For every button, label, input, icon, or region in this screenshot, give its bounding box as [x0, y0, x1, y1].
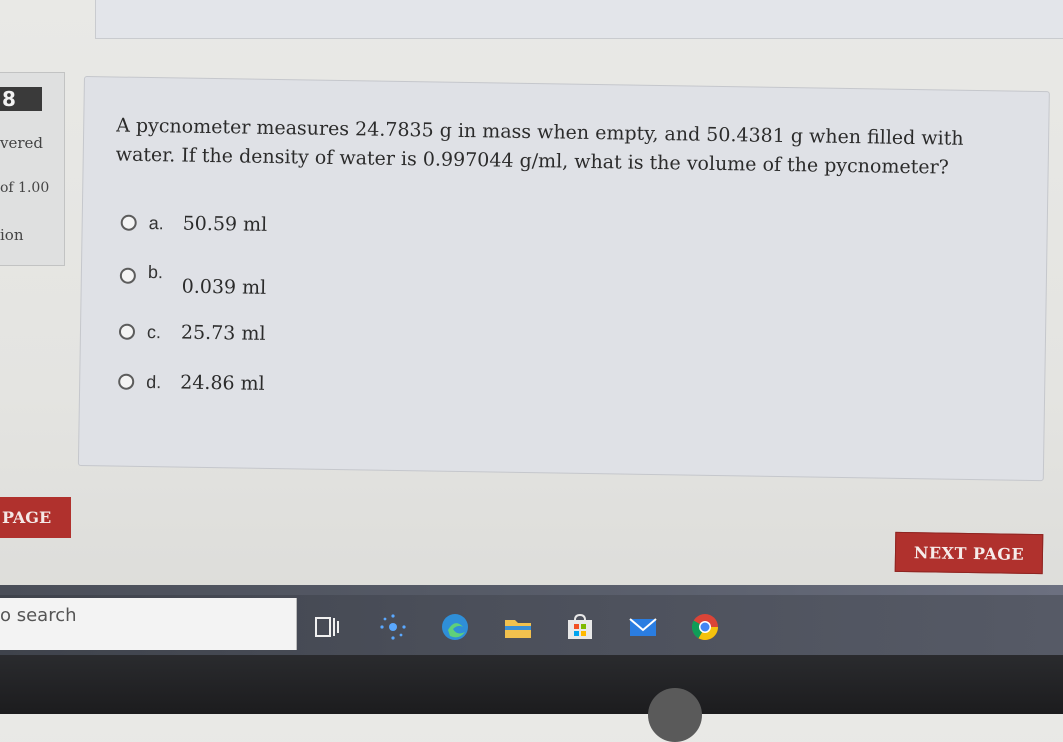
option-text: 0.039 ml: [181, 275, 267, 299]
chrome-icon[interactable]: [690, 612, 720, 642]
radio-button-icon[interactable]: [119, 267, 136, 284]
previous-page-button[interactable]: PAGE: [0, 497, 71, 538]
store-icon[interactable]: [565, 612, 595, 642]
question-card: A pycnometer measures 24.7835 g in mass …: [77, 76, 1050, 482]
option-text: 50.59 ml: [182, 212, 268, 236]
option-text: 25.73 ml: [180, 321, 266, 345]
answered-status: vered: [0, 134, 44, 152]
option-letter: c.: [146, 321, 162, 342]
file-explorer-icon[interactable]: [503, 612, 533, 642]
option-a[interactable]: a. 50.59 ml: [120, 209, 267, 239]
radio-button-icon[interactable]: [120, 214, 137, 231]
previous-question-card: [95, 0, 1063, 39]
option-d[interactable]: d. 24.86 ml: [118, 368, 265, 398]
question-number: 8: [0, 87, 42, 111]
option-letter: d.: [146, 371, 162, 392]
laptop-bezel: [0, 655, 1063, 714]
option-text: 24.86 ml: [180, 371, 265, 395]
marks-label: of 1.00: [0, 180, 50, 196]
option-c[interactable]: c. 25.73 ml: [118, 318, 266, 348]
task-view-icon[interactable]: [312, 612, 342, 642]
radio-button-icon[interactable]: [118, 373, 135, 390]
mail-icon[interactable]: [628, 612, 658, 642]
option-b[interactable]: b. 0.039 ml: [119, 262, 267, 299]
radio-button-icon[interactable]: [118, 323, 136, 340]
edge-icon[interactable]: [440, 612, 470, 642]
search-placeholder: o search: [0, 605, 77, 626]
question-text: A pycnometer measures 24.7835 g in mass …: [115, 114, 964, 179]
flag-question-link[interactable]: ion: [0, 226, 24, 244]
option-letter: b.: [147, 262, 164, 283]
hp-logo-icon: [648, 688, 702, 742]
next-page-button[interactable]: NEXT PAGE: [894, 531, 1044, 575]
cortana-icon[interactable]: [378, 612, 408, 642]
option-letter: a.: [148, 212, 164, 233]
quiz-navigation-strip: [0, 585, 1063, 595]
